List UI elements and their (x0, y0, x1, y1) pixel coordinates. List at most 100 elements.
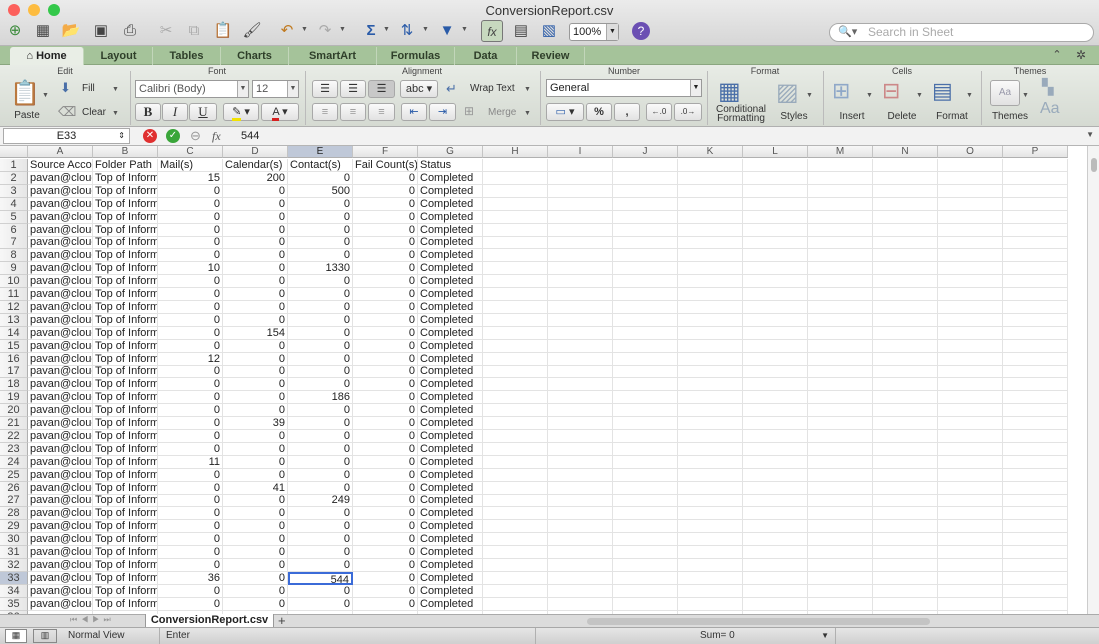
cell[interactable]: Top of Information Store (93, 507, 158, 521)
cell[interactable]: 0 (353, 223, 418, 237)
increase-decimal-button[interactable]: ←.0 (646, 103, 672, 121)
row-header[interactable]: 15 (0, 339, 28, 353)
cell[interactable] (613, 210, 678, 224)
cell[interactable] (1003, 391, 1068, 405)
cell[interactable] (743, 171, 808, 185)
cell[interactable] (1003, 197, 1068, 211)
cell[interactable]: 0 (288, 288, 353, 301)
cell[interactable] (483, 300, 548, 314)
cell[interactable]: pavan@cloud (28, 533, 93, 547)
cell[interactable] (548, 275, 613, 289)
cell[interactable] (1003, 378, 1068, 392)
cell[interactable] (1003, 262, 1068, 276)
cell[interactable] (613, 223, 678, 237)
row-header[interactable]: 28 (0, 507, 28, 521)
insert-dropdown-icon[interactable]: ▼ (866, 92, 874, 99)
cell[interactable] (1003, 558, 1068, 572)
cell[interactable] (678, 468, 743, 482)
cell[interactable]: pavan@cloud (28, 597, 93, 611)
cell[interactable]: pavan@cloud (28, 249, 93, 263)
cell[interactable] (613, 455, 678, 469)
cell[interactable] (548, 442, 613, 456)
cell[interactable]: 0 (158, 236, 223, 250)
cell[interactable] (613, 159, 678, 172)
cell[interactable] (678, 184, 743, 198)
confirm-entry-icon[interactable]: ✓ (166, 129, 180, 143)
comma-style-button[interactable]: , (614, 103, 640, 121)
cell[interactable]: 0 (158, 249, 223, 263)
merge-icon[interactable]: ⊞ (464, 104, 474, 118)
cell[interactable] (483, 546, 548, 559)
cell[interactable]: 0 (223, 262, 288, 276)
cell[interactable] (613, 197, 678, 211)
cell[interactable]: 0 (158, 429, 223, 443)
cell[interactable] (1003, 184, 1068, 198)
row-header[interactable]: 11 (0, 288, 28, 301)
insert-button[interactable]: Insert (834, 111, 870, 122)
cell[interactable] (743, 197, 808, 211)
cell[interactable]: Completed (418, 275, 483, 289)
cell[interactable]: 0 (353, 236, 418, 250)
tab-review[interactable]: Review (517, 47, 585, 65)
cell[interactable]: 0 (158, 184, 223, 198)
cell[interactable] (483, 571, 548, 585)
cell[interactable]: pavan@cloud (28, 404, 93, 418)
cell[interactable]: 0 (288, 313, 353, 327)
cell[interactable] (1003, 223, 1068, 237)
cell[interactable] (743, 326, 808, 340)
cell[interactable] (1003, 313, 1068, 327)
cell[interactable] (1003, 417, 1068, 430)
row-header[interactable]: 35 (0, 597, 28, 611)
cell[interactable] (1003, 339, 1068, 353)
cell[interactable] (483, 288, 548, 301)
cell[interactable] (1003, 533, 1068, 547)
cell[interactable]: 0 (353, 404, 418, 418)
cell[interactable] (808, 326, 873, 340)
cell[interactable] (938, 442, 1003, 456)
cell[interactable]: pavan@cloud (28, 210, 93, 224)
cell[interactable]: 0 (353, 546, 418, 559)
cell[interactable] (808, 300, 873, 314)
cell[interactable] (613, 417, 678, 430)
cell[interactable]: 0 (158, 391, 223, 405)
accounting-format-button[interactable]: ▭ ▾ (546, 103, 584, 121)
cell[interactable] (808, 468, 873, 482)
cell[interactable] (678, 507, 743, 521)
template-gallery-icon[interactable]: ▦ (32, 20, 54, 42)
cell[interactable] (548, 210, 613, 224)
cell[interactable]: Top of Information Store (93, 275, 158, 289)
cell[interactable]: Completed (418, 404, 483, 418)
cell[interactable]: 0 (223, 546, 288, 559)
cell[interactable]: 0 (158, 300, 223, 314)
cell[interactable] (938, 404, 1003, 418)
column-title-cell[interactable]: Fail Count(s) (353, 159, 418, 172)
clear-button[interactable]: Clear (82, 107, 106, 118)
cell[interactable]: Completed (418, 378, 483, 392)
autosum-icon[interactable]: Σ (360, 20, 382, 42)
cell[interactable]: 0 (288, 546, 353, 559)
cell[interactable]: Completed (418, 584, 483, 598)
cell[interactable]: pavan@cloud (28, 429, 93, 443)
cell[interactable]: Top of Information Store (93, 184, 158, 198)
wrap-text-icon[interactable]: ↵ (446, 81, 457, 97)
cell[interactable] (483, 404, 548, 418)
cell[interactable]: pavan@cloud (28, 391, 93, 405)
styles-dropdown-icon[interactable]: ▼ (806, 92, 814, 99)
cell[interactable]: 0 (288, 520, 353, 534)
cell[interactable] (873, 223, 938, 237)
add-sheet-icon[interactable]: + (278, 613, 286, 628)
cell[interactable]: 0 (158, 507, 223, 521)
cell[interactable]: 0 (353, 442, 418, 456)
cell[interactable] (743, 249, 808, 263)
row-header[interactable]: 5 (0, 210, 28, 224)
cell[interactable] (743, 571, 808, 585)
cell[interactable]: Top of Information Store (93, 442, 158, 456)
cell[interactable]: pavan@cloud (28, 507, 93, 521)
cell[interactable]: 0 (353, 558, 418, 572)
cell[interactable] (938, 520, 1003, 534)
column-header-a[interactable]: A (28, 146, 93, 158)
row-header[interactable]: 7 (0, 236, 28, 250)
cell[interactable]: 0 (353, 417, 418, 430)
cell[interactable]: 0 (353, 429, 418, 443)
increase-indent-button[interactable]: ⇥ (429, 103, 456, 121)
